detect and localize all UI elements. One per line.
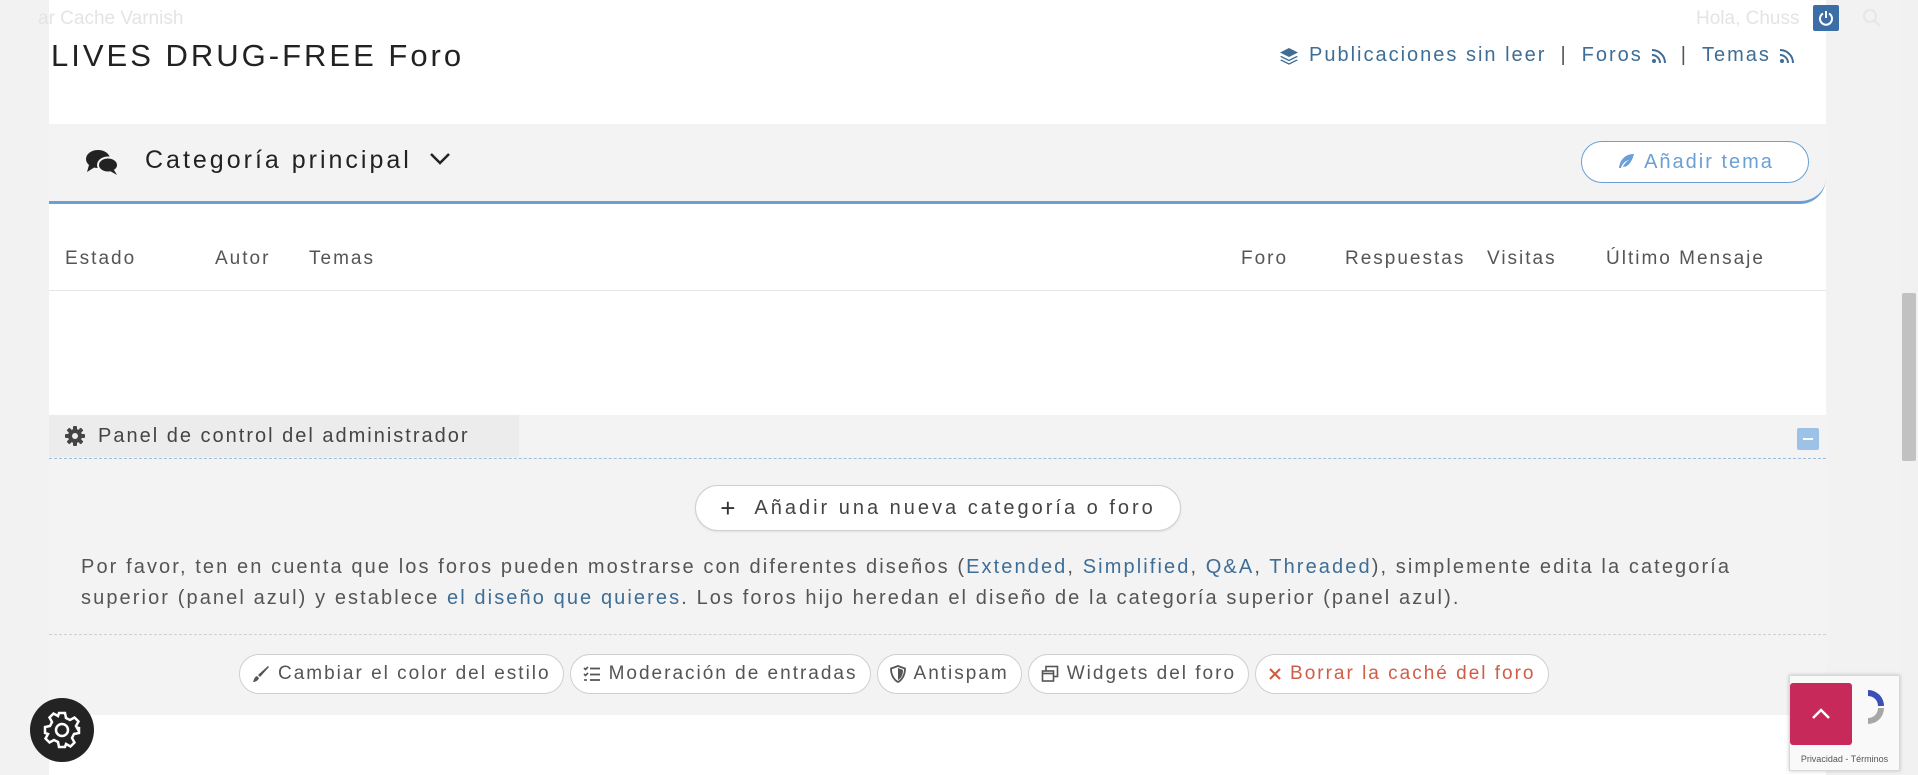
post-moderation-button[interactable]: Moderación de entradas [569, 654, 871, 694]
antispam-button[interactable]: Antispam [876, 654, 1022, 694]
accessibility-settings-button[interactable] [30, 698, 94, 762]
admin-panel-tab: Panel de control del administrador [49, 415, 519, 457]
shield-icon [889, 665, 906, 683]
category-header: Categoría principal Añadir tema [49, 124, 1826, 204]
admin-panel-title: Panel de control del administrador [98, 425, 470, 447]
scrollbar-thumb[interactable] [1902, 293, 1916, 461]
collapse-panel-button[interactable] [1797, 428, 1819, 450]
search-icon[interactable] [1862, 8, 1882, 33]
dashed-divider [49, 634, 1826, 635]
back-to-top-button[interactable] [1790, 683, 1852, 745]
layout-info-text: Por favor, ten en cuenta que los foros p… [81, 552, 1801, 614]
windows-icon [1041, 665, 1059, 682]
info-text-part: , [1067, 556, 1083, 578]
simplified-layout-link[interactable]: Simplified [1083, 556, 1191, 578]
rss-icon[interactable] [1651, 48, 1667, 64]
admin-bar-purge-varnish-link[interactable]: ar Cache Varnish [38, 8, 183, 30]
column-foro: Foro [1241, 248, 1289, 269]
rss-icon[interactable] [1779, 48, 1795, 64]
post-moderation-label: Moderación de entradas [608, 663, 858, 684]
column-autor: Autor [215, 248, 271, 269]
threaded-layout-link[interactable]: Threaded [1269, 556, 1371, 578]
topics-table-header: Estado Autor Temas Foro Respuestas Visit… [49, 205, 1826, 291]
forum-widgets-label: Widgets del foro [1066, 663, 1237, 684]
category-title[interactable]: Categoría principal [145, 146, 412, 175]
header-links: Publicaciones sin leer | Foros | Temas [1279, 44, 1795, 67]
add-category-button[interactable]: + Añadir una nueva categoría o foro [695, 485, 1181, 531]
link-separator: | [1680, 44, 1688, 66]
close-icon [1269, 668, 1281, 680]
chevron-down-icon[interactable] [429, 152, 451, 171]
feather-icon [1619, 154, 1635, 168]
info-text-part: . Los foros hijo heredan el diseño de la… [681, 587, 1461, 609]
add-category-label: Añadir una nueva categoría o foro [754, 496, 1156, 519]
column-respuestas: Respuestas [1345, 248, 1466, 269]
admin-bar-greeting[interactable]: Hola, Chuss [1696, 8, 1800, 30]
add-topic-button[interactable]: Añadir tema [1581, 141, 1809, 183]
gear-icon [43, 711, 81, 749]
qa-layout-link[interactable]: Q&A [1206, 556, 1255, 578]
admin-tools: Cambiar el color del estilo Moderación d… [239, 654, 1549, 694]
recaptcha-logo-icon [1868, 690, 1884, 724]
unread-posts-link[interactable]: Publicaciones sin leer [1309, 44, 1546, 67]
column-estado: Estado [65, 248, 137, 269]
right-page-gutter [1826, 0, 1900, 775]
info-text-part: , [1254, 556, 1270, 578]
paint-brush-icon [253, 666, 269, 682]
plus-icon: + [720, 492, 739, 523]
column-visitas: Visitas [1487, 248, 1557, 269]
forum-title: LIVES DRUG-FREE Foro [51, 38, 465, 73]
topics-feed-link[interactable]: Temas [1702, 44, 1771, 67]
info-text-part: , [1190, 556, 1206, 578]
comments-icon [85, 148, 119, 181]
layers-icon [1279, 46, 1299, 66]
chevron-up-icon [1812, 708, 1830, 719]
dashed-divider [49, 458, 1826, 459]
clear-forum-cache-button[interactable]: Borrar la caché del foro [1255, 654, 1549, 694]
link-separator: | [1560, 44, 1568, 66]
power-icon [1819, 11, 1833, 26]
clear-forum-cache-label: Borrar la caché del foro [1290, 663, 1536, 684]
forums-feed-link[interactable]: Foros [1582, 44, 1643, 67]
info-text-part: Por favor, ten en cuenta que los foros p… [81, 556, 967, 578]
column-ultimo-mensaje: Último Mensaje [1606, 248, 1765, 269]
change-style-color-label: Cambiar el color del estilo [278, 663, 551, 684]
gear-icon [65, 426, 85, 451]
left-page-gutter [0, 0, 49, 775]
forum-widgets-button[interactable]: Widgets del foro [1027, 654, 1250, 694]
recaptcha-terms[interactable]: Privacidad - Términos [1790, 754, 1899, 764]
logout-button[interactable] [1813, 5, 1839, 31]
admin-control-panel: Panel de control del administrador + Aña… [49, 415, 1826, 715]
add-topic-label: Añadir tema [1644, 150, 1774, 173]
column-temas: Temas [309, 248, 375, 269]
layout-settings-link[interactable]: el diseño que quieres [447, 587, 681, 609]
extended-layout-link[interactable]: Extended [966, 556, 1067, 578]
antispam-label: Antispam [913, 663, 1009, 684]
checklist-icon [583, 666, 600, 681]
change-style-color-button[interactable]: Cambiar el color del estilo [239, 654, 564, 694]
